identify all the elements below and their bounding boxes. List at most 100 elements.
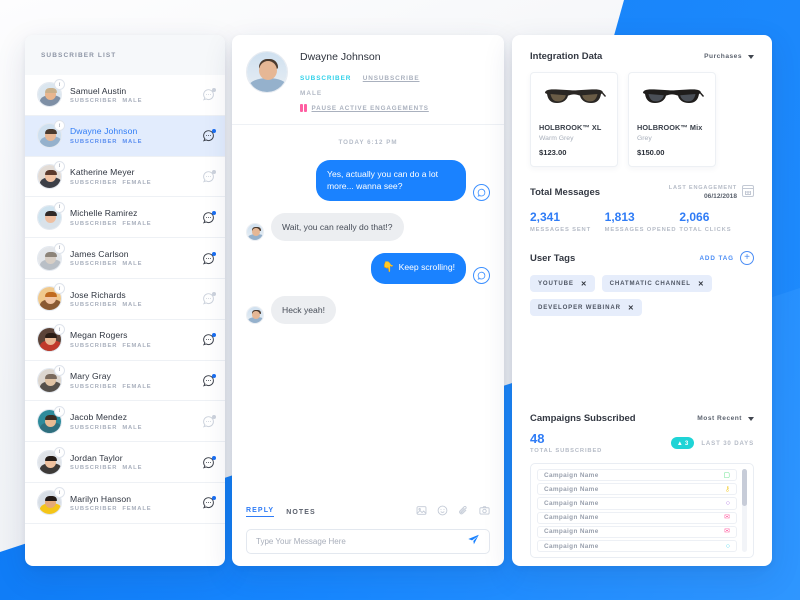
last-engagement-label: LAST ENGAGEMENT <box>668 185 737 191</box>
user-tag[interactable]: YOUTUBE ✕ <box>530 275 595 292</box>
campaign-row[interactable]: Campaign Name ⚷ <box>537 483 737 496</box>
subscriber-row[interactable]: i Samuel Austin SUBSCRIBER MALE <box>25 75 225 116</box>
subscriber-row[interactable]: i Jacob Mendez SUBSCRIBER MALE <box>25 401 225 443</box>
attachment-icon[interactable] <box>458 503 469 521</box>
campaign-row[interactable]: Campaign Name ✉ <box>537 525 737 538</box>
chat-status-icon[interactable] <box>202 210 216 224</box>
image-icon[interactable] <box>416 503 427 521</box>
avatar: i <box>37 283 65 312</box>
pause-engagements-button[interactable]: PAUSE ACTIVE ENGAGEMENTS <box>300 104 429 112</box>
subscriber-row[interactable]: i Dwayne Johnson SUBSCRIBER MALE <box>25 115 225 157</box>
campaign-row[interactable]: Campaign Name ▢ <box>537 469 737 482</box>
user-tag[interactable]: CHATMATIC CHANNEL ✕ <box>601 275 712 292</box>
campaigns-period-label: LAST 30 DAYS <box>701 439 754 447</box>
info-icon[interactable]: i <box>54 324 65 336</box>
unread-dot <box>212 373 216 378</box>
subscriber-row[interactable]: i Jordan Taylor SUBSCRIBER MALE <box>25 442 225 483</box>
send-icon[interactable] <box>467 533 480 551</box>
info-icon[interactable]: i <box>54 364 65 376</box>
sunglasses-icon <box>539 81 609 115</box>
chat-status-icon[interactable] <box>202 88 216 101</box>
subscriber-row[interactable]: i Jose Richards SUBSCRIBER MALE <box>25 279 225 320</box>
info-icon[interactable]: i <box>54 160 65 172</box>
subscriber-list[interactable]: i Samuel Austin SUBSCRIBER MALE i Dwayne John… <box>25 75 225 566</box>
avatar: i <box>37 160 65 189</box>
campaign-scrollbar-thumb[interactable] <box>742 469 747 507</box>
add-tag-button[interactable]: ADD TAG + <box>699 251 754 265</box>
campaigns-sort-dropdown[interactable]: Most Recent <box>697 415 754 422</box>
product-card[interactable]: HOLBROOK™ XL Warm Grey $123.00 <box>530 72 618 167</box>
subscriber-name: Samuel Austin <box>70 85 127 96</box>
subscriber-row[interactable]: i Megan Rogers SUBSCRIBER FEMALE <box>25 320 225 361</box>
megaphone-icon: ✉ <box>724 528 730 536</box>
campaigns-section: Campaigns Subscribed Most Recent 48 TOTA… <box>530 413 754 559</box>
message-avatar <box>246 306 264 325</box>
info-icon[interactable]: i <box>54 405 65 417</box>
remove-tag-icon[interactable]: ✕ <box>628 304 634 312</box>
info-icon[interactable]: i <box>54 120 65 132</box>
campaigns-total: 48 <box>530 431 545 446</box>
chat-status-icon[interactable] <box>202 251 216 265</box>
info-icon[interactable]: i <box>54 242 65 254</box>
subscriber-row[interactable]: i Mary Gray SUBSCRIBER FEMALE <box>25 361 225 402</box>
campaign-name: Campaign Name <box>544 499 599 507</box>
message-input[interactable] <box>256 537 467 546</box>
reply-status-icon[interactable] <box>473 183 490 201</box>
last-engagement: LAST ENGAGEMENT 06/12/2018 <box>669 185 754 200</box>
reply-status-icon[interactable] <box>473 266 490 284</box>
user-tag-label: YOUTUBE <box>538 280 574 287</box>
info-icon[interactable]: i <box>54 201 65 213</box>
avatar: i <box>37 446 65 475</box>
chat-status-icon[interactable] <box>202 292 216 305</box>
product-card[interactable]: HOLBROOK™ Mix Grey $150.00 <box>628 72 716 167</box>
subscriber-row[interactable]: i Marilyn Hanson SUBSCRIBER FEMALE <box>25 483 225 524</box>
unsubscribe-link[interactable]: UNSUBSCRIBE <box>363 75 420 82</box>
purchases-dropdown[interactable]: Purchases <box>704 53 754 60</box>
unread-dot <box>212 129 216 134</box>
chat-status-icon[interactable] <box>202 129 216 142</box>
info-icon[interactable]: i <box>54 487 65 499</box>
user-tags-title: User Tags <box>530 252 576 264</box>
avatar: i <box>37 79 65 108</box>
tab-notes[interactable]: NOTES <box>286 509 316 516</box>
user-tag[interactable]: DEVELOPER WEBINAR ✕ <box>530 299 642 316</box>
subscriber-meta: SUBSCRIBER MALE <box>70 302 143 309</box>
remove-tag-icon[interactable]: ✕ <box>581 280 587 288</box>
chat-status-icon[interactable] <box>202 169 216 183</box>
campaign-name: Campaign Name <box>544 471 599 479</box>
campaign-list-box: Campaign Name ▢ Campaign Name ⚷ Campaign Nam… <box>530 463 754 559</box>
campaign-row[interactable]: Campaign Name ○ <box>537 497 737 510</box>
campaigns-title: Campaigns Subscribed <box>530 413 636 424</box>
campaign-list[interactable]: Campaign Name ▢ Campaign Name ⚷ Campaign Nam… <box>537 469 737 553</box>
subscriber-row[interactable]: i Michelle Ramirez SUBSCRIBER FEMALE <box>25 197 225 239</box>
chat-status-icon[interactable] <box>202 333 216 346</box>
subscriber-row[interactable]: i Katherine Meyer SUBSCRIBER FEMALE <box>25 157 225 198</box>
info-icon[interactable]: i <box>54 283 65 295</box>
status-badge: SUBSCRIBER <box>300 75 352 82</box>
calendar-icon[interactable] <box>742 185 754 197</box>
user-tags-section: User Tags ADD TAG + YOUTUBE ✕ CHATMATIC CH… <box>530 251 754 316</box>
chat-status-icon[interactable] <box>202 414 216 428</box>
pause-engagements-label: PAUSE ACTIVE ENGAGEMENTS <box>311 104 429 112</box>
chat-status-icon[interactable] <box>202 496 216 509</box>
info-icon[interactable]: i <box>54 446 65 458</box>
subscriber-name: Jose Richards <box>70 289 126 300</box>
emoji-icon[interactable] <box>437 503 448 521</box>
chat-status-icon[interactable] <box>202 455 216 469</box>
campaigns-total-label: TOTAL SUBSCRIBED <box>530 448 603 454</box>
campaign-scrollbar[interactable] <box>742 469 747 553</box>
chat-status-icon[interactable] <box>202 373 216 387</box>
campaign-row[interactable]: Campaign Name ✉ <box>537 511 737 524</box>
total-messages-title: Total Messages <box>530 187 601 198</box>
avatar: i <box>37 487 65 516</box>
remove-tag-icon[interactable]: ✕ <box>698 280 704 288</box>
subscriber-row[interactable]: i James Carlson SUBSCRIBER MALE <box>25 238 225 279</box>
subscriber-name: Mary Gray <box>70 371 112 382</box>
avatar: i <box>37 120 65 149</box>
campaign-name: Campaign Name <box>544 514 599 522</box>
message-input-wrapper[interactable] <box>246 529 490 554</box>
tab-reply[interactable]: REPLY <box>246 507 275 517</box>
campaign-row[interactable]: Campaign Name ○ <box>537 539 737 553</box>
info-icon[interactable]: i <box>54 79 65 91</box>
camera-icon[interactable] <box>479 503 490 521</box>
